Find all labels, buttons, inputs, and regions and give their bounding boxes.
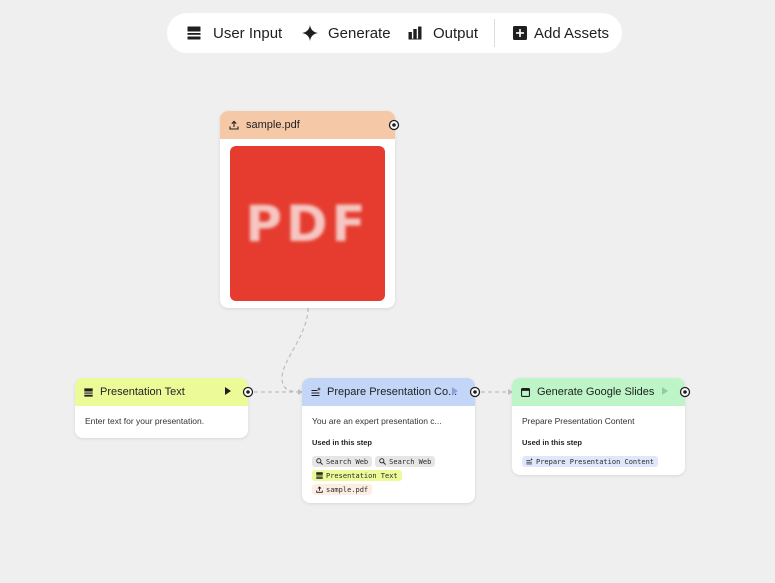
asset-chip-sample-pdf[interactable]: sample.pdf (312, 484, 373, 495)
chip-label: Search Web (389, 457, 432, 466)
node-header: Presentation Text (75, 378, 254, 406)
upload-icon (316, 486, 323, 493)
asset-chip-prepare-presentation-content[interactable]: Prepare Presentation Content (522, 456, 659, 467)
pdf-thumbnail: PDF (230, 146, 385, 301)
node-description: You are an expert presentation c... (312, 416, 442, 426)
used-assets-list: Search Web Search Web Presentation Text … (312, 456, 462, 495)
chip-label: Search Web (326, 457, 369, 466)
output-port-icon[interactable] (469, 386, 481, 398)
chip-label: Prepare Presentation Content (536, 457, 655, 466)
node-description: Enter text for your presentation. (85, 416, 205, 426)
generate-text-icon (526, 458, 533, 465)
node-description: Prepare Presentation Content (522, 416, 635, 426)
node-header: sample.pdf (220, 111, 400, 139)
upload-icon (229, 120, 239, 130)
slides-icon (521, 387, 530, 397)
asset-chip-search-web[interactable]: Search Web (312, 456, 373, 467)
run-step-icon[interactable] (452, 387, 458, 395)
presentation-text-node[interactable]: Presentation Text Enter text for your pr… (75, 378, 254, 438)
output-port-icon[interactable] (242, 386, 254, 398)
pdf-asset-node[interactable]: sample.pdf PDF (220, 111, 400, 308)
generate-google-slides-node[interactable]: Generate Google Slides Prepare Presentat… (512, 378, 691, 475)
chip-label: Presentation Text (326, 471, 398, 480)
output-port-icon[interactable] (388, 119, 400, 131)
node-body: You are an expert presentation c... Used… (302, 406, 475, 503)
search-icon (316, 458, 323, 465)
node-title: Generate Google Slides (537, 386, 655, 398)
run-step-icon[interactable] (225, 387, 231, 395)
node-body: Prepare Presentation Content Used in thi… (512, 406, 685, 475)
prepare-presentation-node[interactable]: Prepare Presentation Co... You are an ex… (302, 378, 481, 503)
used-in-step-label: Used in this step (312, 438, 373, 447)
node-title: Presentation Text (100, 386, 185, 398)
output-port-icon[interactable] (679, 386, 691, 398)
run-step-icon[interactable] (662, 387, 668, 395)
node-body: Enter text for your presentation. (75, 406, 248, 434)
node-header: Prepare Presentation Co... (302, 378, 481, 406)
chip-label: sample.pdf (326, 485, 369, 494)
used-assets-list: Prepare Presentation Content (522, 456, 672, 467)
search-icon (379, 458, 387, 465)
generate-text-icon (311, 387, 321, 396)
used-in-step-label: Used in this step (522, 438, 583, 447)
node-title: Prepare Presentation Co... (327, 386, 458, 398)
user-input-icon (84, 387, 93, 397)
user-input-icon (316, 472, 323, 479)
pdf-thumbnail-text: PDF (245, 194, 370, 253)
asset-chip-presentation-text[interactable]: Presentation Text (312, 470, 402, 481)
node-header: Generate Google Slides (512, 378, 691, 406)
node-title: sample.pdf (246, 119, 300, 131)
asset-chip-search-web[interactable]: Search Web (375, 456, 436, 467)
